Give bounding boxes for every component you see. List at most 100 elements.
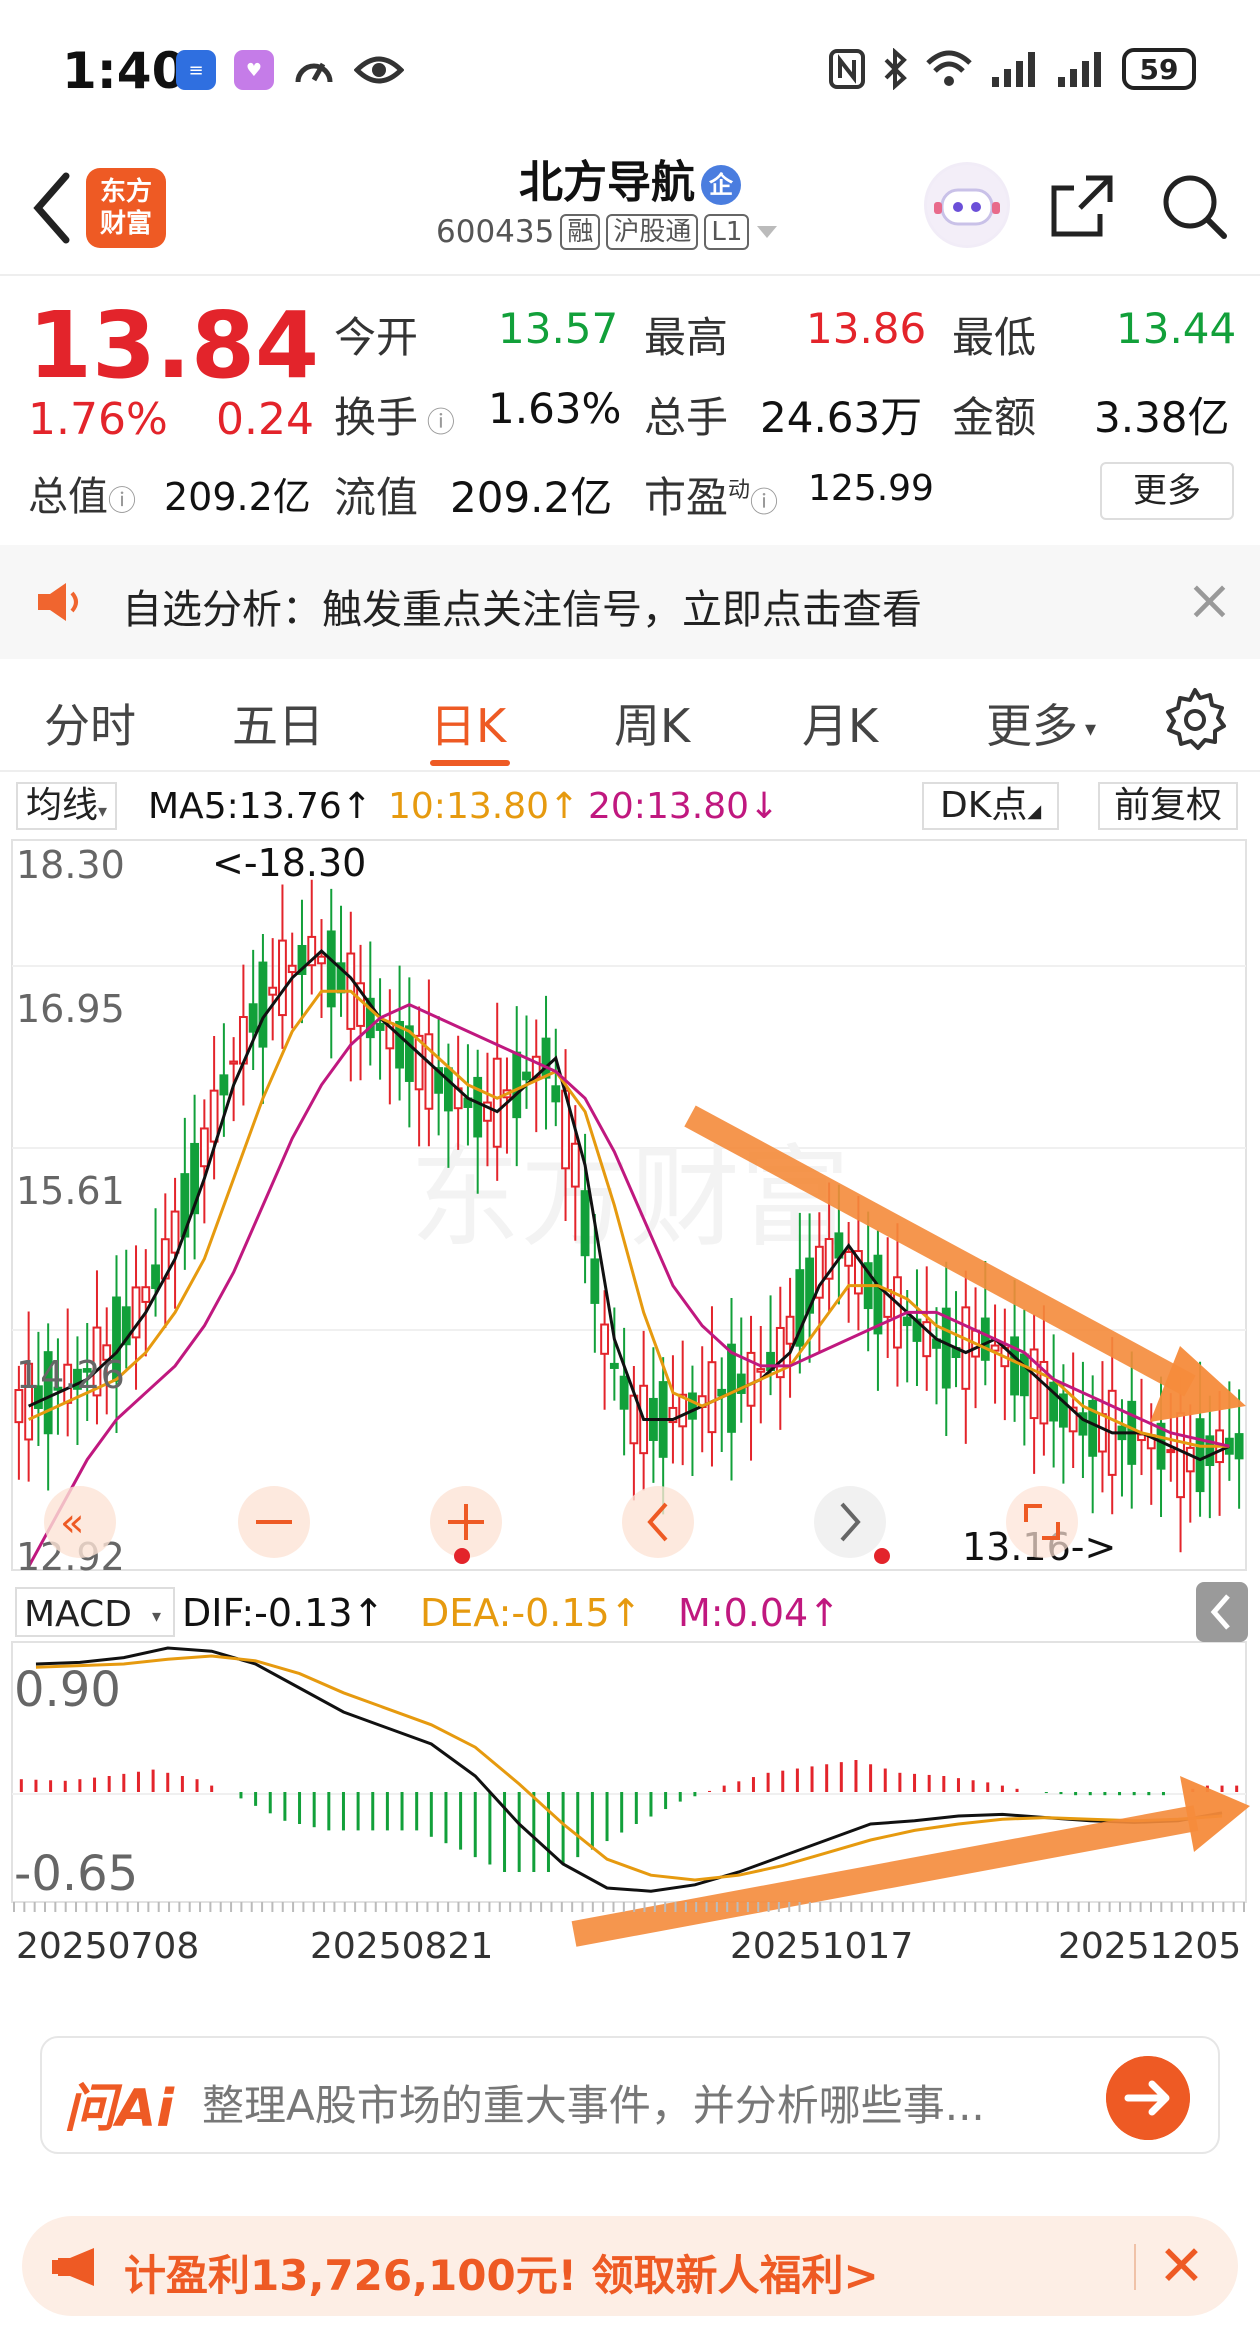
ma-lines: [27, 949, 1230, 1568]
indicator-selector[interactable]: 均线▾: [16, 782, 118, 830]
arrow-right-icon[interactable]: [1106, 2056, 1190, 2140]
bluetooth-icon: [884, 48, 907, 90]
megaphone-icon: [52, 2248, 94, 2286]
app-icon-pink: ♥: [234, 50, 274, 90]
y-label: 16.95: [16, 987, 125, 1031]
candle-body: [522, 1071, 531, 1081]
float-value: 209.2亿: [450, 473, 613, 522]
candle-body: [1185, 1446, 1195, 1473]
candle-body: [248, 1003, 258, 1033]
low-value: 13.44: [1116, 304, 1237, 353]
nfc-icon: [829, 49, 865, 89]
stock-header: 东方 财富 北方导航企 600435 融 沪股通 L1: [0, 140, 1260, 276]
robot-assistant-icon[interactable]: [924, 162, 1010, 248]
change-percent: 1.76%: [28, 394, 168, 445]
pe-value: 125.99: [808, 468, 934, 509]
candle-body: [141, 1286, 151, 1303]
fullscreen-button[interactable]: [1006, 1486, 1078, 1558]
candle-body: [1166, 1449, 1176, 1454]
turnover-label[interactable]: 换手 ⓘ: [334, 384, 455, 445]
candle-body: [492, 1057, 502, 1148]
candle-body: [1176, 1412, 1185, 1499]
candle-body: [600, 1323, 610, 1355]
analysis-notice[interactable]: 自选分析：触发重点关注信号，立即点击查看 ×: [0, 545, 1260, 659]
battery-indicator: 59: [1122, 48, 1196, 90]
dea-value: DEA:-0.15↑: [420, 1591, 642, 1635]
candle-body: [580, 1190, 590, 1257]
candle-body: [326, 930, 336, 1008]
promo-text: 计盈利13,726,100元! 领取新人福利>: [124, 2251, 879, 2300]
candle-body: [893, 1276, 902, 1349]
ma-legend: 均线▾ MA5:13.76↑ 10:13.80↑ 20:13.80↓ DK点◢ …: [0, 778, 1260, 834]
macd-frame: [11, 1641, 1247, 1903]
margin-tag: 融: [560, 214, 601, 250]
candle-body: [1019, 1353, 1029, 1397]
candle-body: [688, 1392, 697, 1420]
macd-selector-label: MACD: [24, 1594, 132, 1635]
tab-five-day[interactable]: 五日: [232, 690, 324, 756]
active-tab-indicator: [430, 760, 510, 766]
indicator-selector-label: 均线: [26, 785, 99, 826]
zoom-in-button[interactable]: [430, 1486, 502, 1564]
search-icon[interactable]: [1158, 170, 1230, 242]
adjust-button[interactable]: 前复权: [1098, 782, 1239, 830]
turnover-label-text: 换手: [334, 393, 419, 442]
candle-body: [619, 1375, 629, 1410]
app-icon-blue: ≡: [176, 50, 216, 90]
dk-point-button[interactable]: DK点◢: [922, 782, 1060, 830]
tab-daily-k[interactable]: 日K: [430, 690, 506, 756]
info-icon: ⓘ: [108, 484, 137, 517]
quote-panel: 13.84 1.76% 0.24 今开 13.57 最高 13.86 最低 13…: [0, 280, 1260, 540]
ai-prompt-text: 整理A股市场的重大事件，并分析哪些事...: [202, 2081, 985, 2130]
close-icon[interactable]: ×: [1186, 573, 1233, 629]
scroll-left-fast-button[interactable]: «: [44, 1486, 116, 1558]
share-icon[interactable]: [1046, 170, 1118, 242]
candle-body: [570, 1142, 580, 1188]
stock-subtitle: 600435 融 沪股通 L1: [436, 214, 779, 250]
promo-banner[interactable]: 计盈利13,726,100元! 领取新人福利> ✕: [22, 2216, 1238, 2316]
ai-input-bar[interactable]: 问Ai 整理A股市场的重大事件，并分析哪些事...: [40, 2036, 1220, 2154]
level-tag: L1: [704, 214, 750, 250]
pe-label[interactable]: 市盈动ⓘ: [644, 464, 778, 525]
speaker-icon: [38, 583, 78, 621]
tab-minute[interactable]: 分时: [44, 690, 136, 756]
zoom-out-button[interactable]: [238, 1486, 310, 1558]
tab-more-label: 更多: [986, 699, 1078, 753]
close-icon[interactable]: ✕: [1158, 2234, 1205, 2299]
candle-body: [229, 1060, 239, 1065]
ma20-value: 20:13.80↓: [588, 786, 780, 827]
logo-line-2: 财富: [99, 209, 152, 239]
scroll-right-button[interactable]: [814, 1486, 890, 1564]
y-label: 15.61: [16, 1169, 125, 1213]
m-value: M:0.04↑: [678, 1591, 840, 1635]
dk-point-label: DK点: [940, 785, 1028, 826]
caret-down-icon: ▾: [152, 1606, 161, 1627]
tab-weekly-k[interactable]: 周K: [614, 690, 690, 756]
y-label: 18.30: [16, 843, 125, 887]
current-price: 13.84: [28, 292, 320, 399]
candle-body: [512, 1051, 522, 1119]
caret-down-icon: ▾: [98, 801, 108, 822]
eye-icon: [354, 56, 404, 84]
tab-monthly-k[interactable]: 月K: [802, 690, 878, 756]
more-quote-button[interactable]: 更多: [1100, 462, 1234, 520]
ma10-value: 10:13.80↑: [388, 786, 580, 827]
candle-body: [941, 1307, 951, 1389]
kline-chart[interactable]: 东方财富 18.30 16.95 15.61 14.26 12.92 <-18.…: [0, 836, 1260, 1996]
x-label: 20250708: [16, 1926, 199, 1967]
status-app-icons: ≡ ♥: [176, 50, 404, 90]
gear-icon[interactable]: [1160, 684, 1230, 754]
caret-down-icon[interactable]: [755, 222, 779, 242]
change-amount: 0.24: [216, 394, 314, 445]
ai-logo: 问Ai: [64, 2079, 175, 2139]
mktcap-value: 209.2亿: [164, 475, 311, 519]
period-tabs: 分时 五日 日K 周K 月K 更多 ▾: [0, 662, 1260, 772]
high-label: 最高: [644, 313, 729, 362]
collapse-side-button[interactable]: [1196, 1582, 1248, 1642]
mktcap-label[interactable]: 总值ⓘ: [28, 464, 136, 522]
candle-body: [1234, 1433, 1244, 1460]
tab-more[interactable]: 更多 ▾: [986, 690, 1096, 756]
candle-body: [268, 986, 278, 996]
scroll-left-button[interactable]: [622, 1486, 694, 1558]
enterprise-badge: 企: [701, 165, 741, 205]
